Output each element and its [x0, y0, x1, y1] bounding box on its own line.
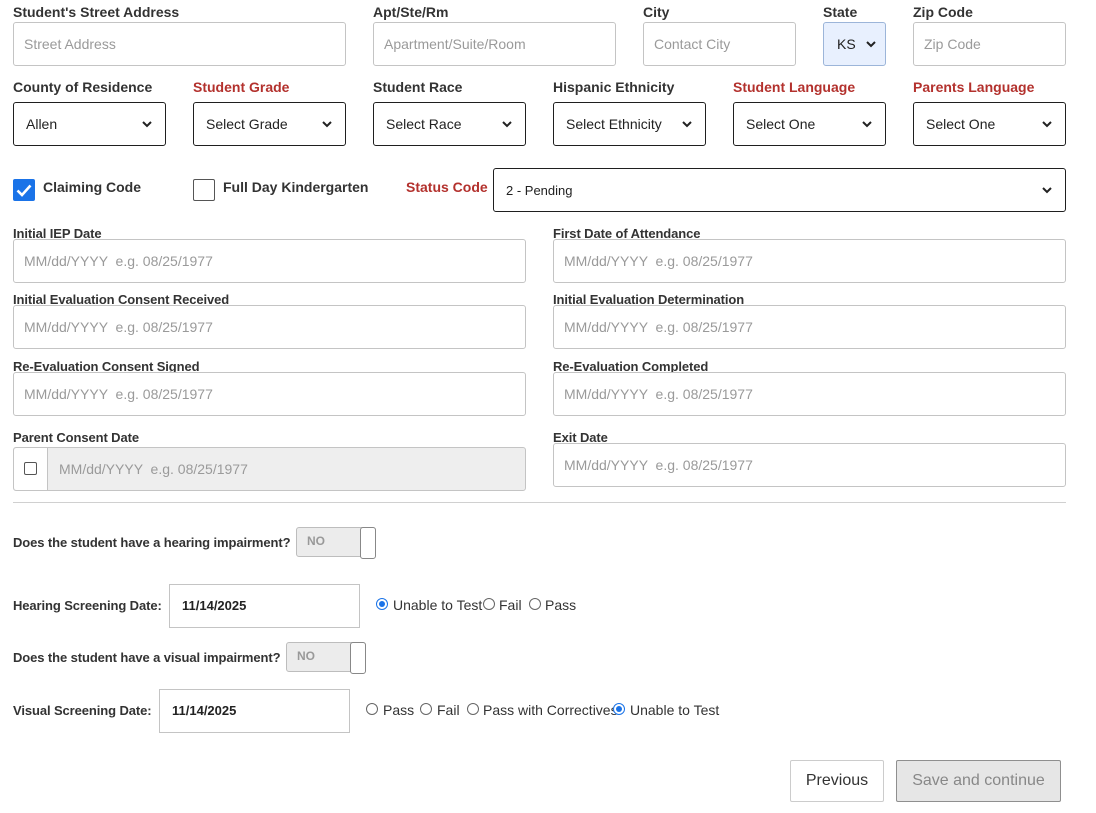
chevron-down-icon: [1041, 184, 1053, 196]
parent-consent-date-input[interactable]: [49, 447, 526, 491]
hearing-option-pass: Pass: [545, 597, 577, 613]
visual-radio-pass[interactable]: [366, 703, 378, 715]
hispanic-ethnicity-label: Hispanic Ethnicity: [553, 79, 675, 95]
hearing-screening-date-value: 11/14/2025: [182, 598, 247, 613]
state-select[interactable]: KS: [823, 22, 886, 66]
parent-consent-date-group: [13, 447, 526, 491]
student-race-select[interactable]: Select Race: [373, 102, 526, 146]
visual-impairment-toggle[interactable]: NO: [286, 642, 366, 674]
student-language-label: Student Language: [733, 79, 856, 95]
status-code-select[interactable]: 2 - Pending: [493, 168, 1066, 212]
hearing-radio-fail[interactable]: [483, 598, 495, 610]
city-label: City: [643, 4, 670, 20]
reeval-consent-input[interactable]: [13, 372, 526, 416]
hearing-toggle-label: NO: [307, 534, 325, 548]
student-language-select[interactable]: Select One: [733, 102, 886, 146]
student-race-label: Student Race: [373, 79, 463, 95]
claiming-code-label: Claiming Code: [43, 179, 142, 195]
chevron-down-icon: [865, 38, 877, 50]
student-grade-select[interactable]: Select Grade: [193, 102, 346, 146]
chevron-down-icon: [1041, 118, 1053, 130]
toggle-knob: [360, 527, 376, 559]
apt-input[interactable]: [373, 22, 616, 66]
hearing-option-fail: Fail: [499, 597, 522, 613]
visual-toggle-label: NO: [297, 649, 315, 663]
hispanic-ethnicity-value: Select Ethnicity: [566, 116, 662, 132]
save-and-continue-button[interactable]: Save and continue: [896, 760, 1061, 802]
apt-label: Apt/Ste/Rm: [373, 4, 449, 20]
parents-language-value: Select One: [926, 116, 996, 132]
parent-consent-addon: [14, 448, 48, 490]
visual-radio-fail[interactable]: [420, 703, 432, 715]
status-code-value: 2 - Pending: [506, 182, 573, 198]
status-code-label: Status Code: [406, 179, 488, 195]
full-day-kindergarten-label: Full Day Kindergarten: [223, 179, 369, 195]
eval-determination-input[interactable]: [553, 305, 1066, 349]
zip-label: Zip Code: [913, 4, 973, 20]
visual-impairment-question: Does the student have a visual impairmen…: [13, 650, 281, 665]
toggle-knob: [350, 642, 366, 674]
chevron-down-icon: [141, 118, 153, 130]
hearing-radio-pass[interactable]: [529, 598, 541, 610]
chevron-down-icon: [681, 118, 693, 130]
county-value: Allen: [26, 116, 58, 132]
first-date-attendance-input[interactable]: [553, 239, 1066, 283]
parent-consent-checkbox[interactable]: [24, 462, 37, 475]
chevron-down-icon: [501, 118, 513, 130]
parent-consent-date-label: Parent Consent Date: [13, 430, 139, 445]
reeval-completed-input[interactable]: [553, 372, 1066, 416]
county-select[interactable]: Allen: [13, 102, 166, 146]
previous-button[interactable]: Previous: [790, 760, 884, 802]
initial-iep-date-input[interactable]: [13, 239, 526, 283]
parents-language-label: Parents Language: [913, 79, 1035, 95]
section-divider: [13, 502, 1066, 503]
hearing-option-unable-to-test: Unable to Test: [393, 597, 483, 613]
exit-date-input[interactable]: [553, 443, 1066, 487]
visual-option-pass-with-correctives: Pass with Correctives: [483, 702, 618, 718]
visual-option-fail: Fail: [437, 702, 460, 718]
student-race-value: Select Race: [386, 116, 462, 132]
hearing-screening-date-label: Hearing Screening Date:: [13, 598, 162, 613]
visual-screening-date-input[interactable]: 11/14/2025: [159, 689, 350, 733]
state-value: KS: [837, 36, 856, 52]
hearing-impairment-toggle[interactable]: NO: [296, 527, 376, 559]
hispanic-ethnicity-select[interactable]: Select Ethnicity: [553, 102, 706, 146]
street-address-input[interactable]: [13, 22, 346, 66]
visual-screening-date-value: 11/14/2025: [172, 703, 237, 718]
visual-option-pass: Pass: [383, 702, 415, 718]
student-language-value: Select One: [746, 116, 816, 132]
checkmark-icon: [16, 184, 32, 197]
county-label: County of Residence: [13, 79, 153, 95]
chevron-down-icon: [861, 118, 873, 130]
visual-radio-unable-to-test[interactable]: [613, 703, 625, 715]
student-grade-label: Student Grade: [193, 79, 290, 95]
zip-input[interactable]: [913, 22, 1066, 66]
claiming-code-checkbox[interactable]: [13, 179, 35, 201]
visual-radio-pass-with-correctives[interactable]: [467, 703, 479, 715]
city-input[interactable]: [643, 22, 796, 66]
student-grade-value: Select Grade: [206, 116, 288, 132]
eval-consent-input[interactable]: [13, 305, 526, 349]
full-day-kindergarten-checkbox[interactable]: [193, 179, 215, 201]
chevron-down-icon: [321, 118, 333, 130]
visual-option-unable-to-test: Unable to Test: [630, 702, 720, 718]
street-address-label: Student's Street Address: [13, 4, 180, 20]
hearing-screening-date-input[interactable]: 11/14/2025: [169, 584, 360, 628]
hearing-impairment-question: Does the student have a hearing impairme…: [13, 535, 291, 550]
parents-language-select[interactable]: Select One: [913, 102, 1066, 146]
hearing-radio-unable-to-test[interactable]: [376, 598, 388, 610]
visual-screening-date-label: Visual Screening Date:: [13, 703, 152, 718]
state-label: State: [823, 4, 858, 20]
